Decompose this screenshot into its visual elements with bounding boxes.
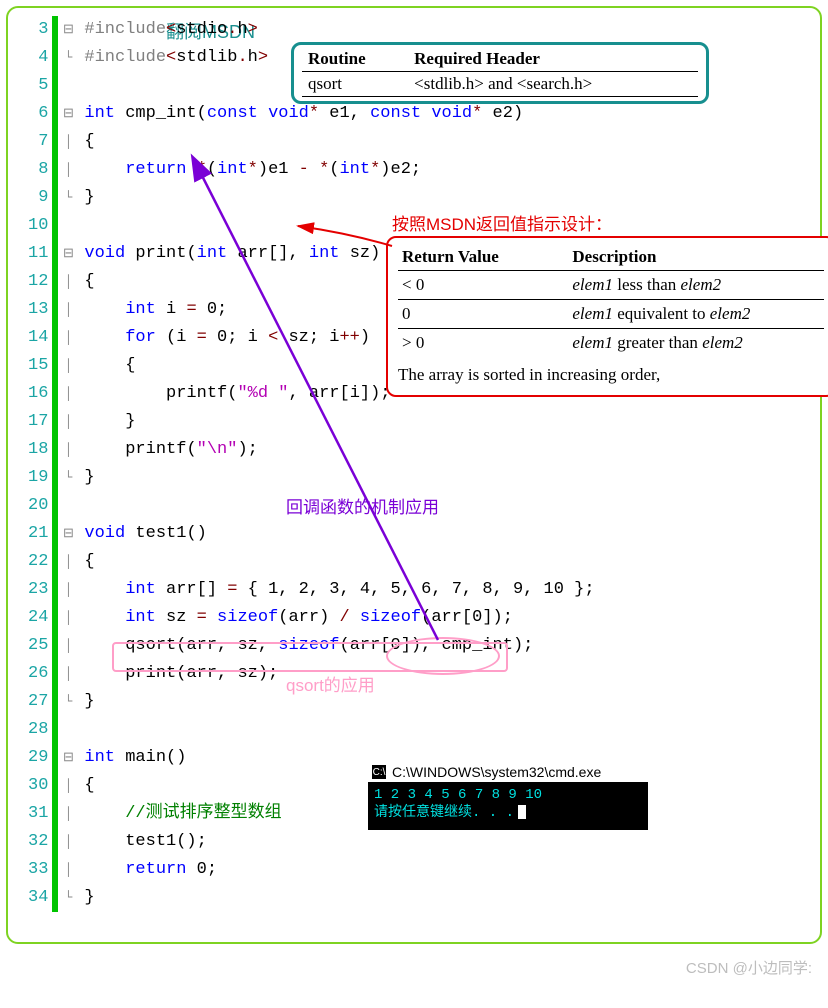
msdn-th-header: Required Header [408, 47, 698, 72]
console-titlebar: C:\ C:\WINDOWS\system32\cmd.exe [368, 762, 648, 782]
main-panel: 翻阅MSDN 345678910111213141516171819202122… [6, 6, 822, 944]
purple-annotation-label: 回调函数的机制应用 [286, 493, 439, 518]
pink-annotation-label: qsort的应用 [286, 671, 375, 696]
console-output-line1: 1 2 3 4 5 6 7 8 9 10 [374, 786, 642, 804]
line-number-gutter: 3456789101112131415161718192021222324252… [14, 16, 58, 912]
cursor-icon [518, 805, 526, 819]
cmd-icon: C:\ [372, 765, 386, 779]
console-output-line2: 请按任意键继续. . . [374, 804, 642, 822]
rv-footer: The array is sorted in increasing order, [398, 365, 824, 385]
code-line: } [84, 408, 594, 436]
msdn-td-header: <stdlib.h> and <search.h> [408, 72, 698, 97]
code-line: } [84, 184, 594, 212]
code-line: return 0; [84, 856, 594, 884]
msdn-header-table: Routine Required Header qsort <stdlib.h>… [291, 42, 709, 104]
code-line: printf("\n"); [84, 436, 594, 464]
console-title-text: C:\WINDOWS\system32\cmd.exe [392, 764, 601, 780]
msdn-td-routine: qsort [302, 72, 408, 97]
code-line: { [84, 128, 594, 156]
code-line: int sz = sizeof(arr) / sizeof(arr[0]); [84, 604, 594, 632]
fold-gutter: ⊟└ ⊟││└ ⊟│││││││└ ⊟│││││└ ⊟││││└ [58, 16, 78, 912]
code-line: void test1() [84, 520, 594, 548]
code-line: } [84, 464, 594, 492]
return-value-table: Return Value Description < 0elem1 less t… [386, 236, 828, 397]
console-body: 1 2 3 4 5 6 7 8 9 10 请按任意键继续. . . [368, 782, 648, 830]
code-line: return *(int*)e1 - *(int*)e2; [84, 156, 594, 184]
pink-highlight-cmp-int [386, 637, 500, 675]
rv-cell-value: 0 [398, 300, 568, 329]
code-line: } [84, 884, 594, 912]
code-line [84, 716, 594, 744]
rv-cell-value: > 0 [398, 329, 568, 358]
code-line: { [84, 548, 594, 576]
rv-cell-desc: elem1 greater than elem2 [568, 329, 824, 358]
code-line: #include<stdio.h> [84, 16, 594, 44]
rv-cell-desc: elem1 less than elem2 [568, 271, 824, 300]
code-line: int cmp_int(const void* e1, const void* … [84, 100, 594, 128]
rv-th-desc: Description [568, 244, 824, 271]
code-line: int arr[] = { 1, 2, 3, 4, 5, 6, 7, 8, 9,… [84, 576, 594, 604]
rv-cell-value: < 0 [398, 271, 568, 300]
watermark: CSDN @小边同学: [686, 957, 812, 978]
rv-cell-desc: elem1 equivalent to elem2 [568, 300, 824, 329]
rv-th-value: Return Value [398, 244, 568, 271]
console-window: C:\ C:\WINDOWS\system32\cmd.exe 1 2 3 4 … [368, 762, 648, 830]
code-line: test1(); [84, 828, 594, 856]
red-annotation-label: 按照MSDN返回值指示设计： [392, 210, 612, 235]
msdn-th-routine: Routine [302, 47, 408, 72]
